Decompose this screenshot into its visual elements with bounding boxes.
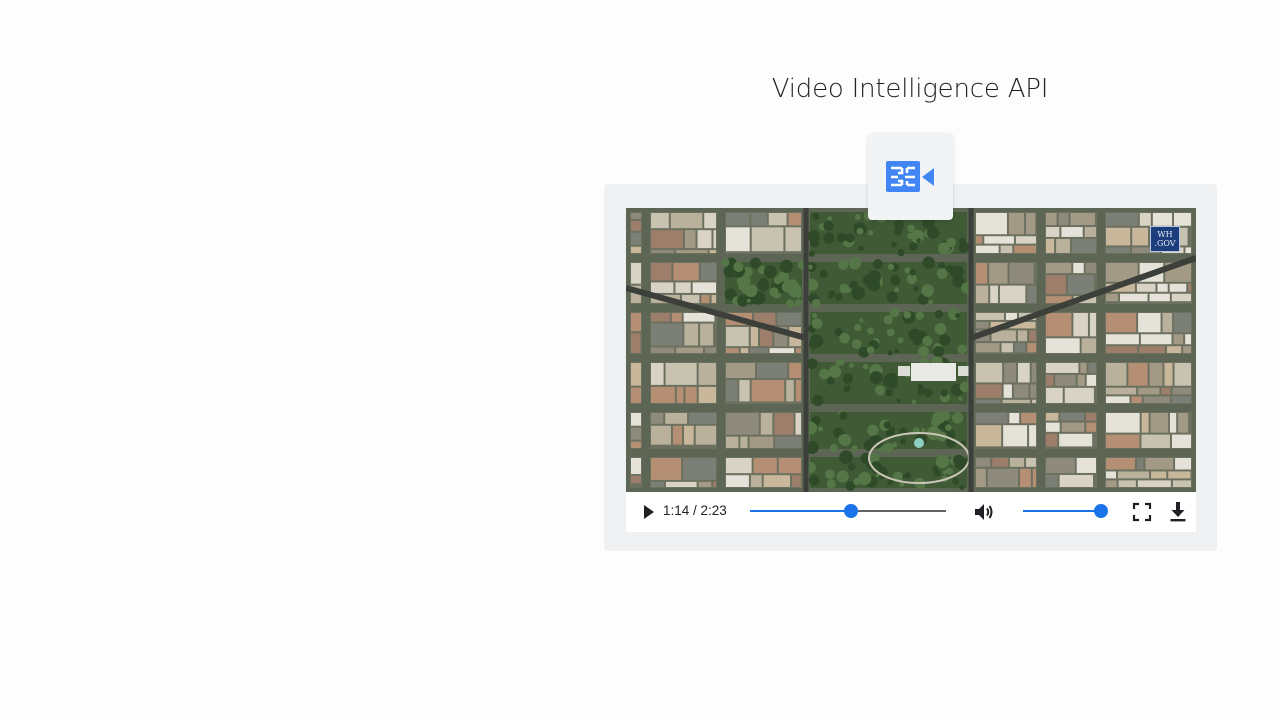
whitehouse-gov-watermark: WH .GOV: [1150, 226, 1180, 252]
fullscreen-button[interactable]: [1131, 501, 1153, 523]
download-icon: [1170, 502, 1186, 522]
video-player: WH .GOV 1:14 / 2:23: [626, 208, 1196, 532]
play-button[interactable]: [638, 502, 658, 522]
watermark-line1: WH: [1157, 230, 1173, 239]
seek-bar-progress: [750, 510, 851, 512]
time-display: 1:14 / 2:23: [663, 503, 727, 518]
volume-level: [1023, 510, 1101, 512]
volume-slider[interactable]: [1023, 504, 1108, 518]
volume-icon: [975, 504, 993, 520]
fullscreen-icon: [1132, 502, 1152, 522]
api-product-badge: [868, 133, 953, 220]
download-button[interactable]: [1167, 500, 1189, 524]
aerial-map-image: [626, 208, 1196, 492]
page-title: Video Intelligence API: [771, 74, 1049, 104]
video-intelligence-icon: [886, 161, 934, 192]
watermark-line2: .GOV: [1154, 239, 1176, 248]
player-controls: 1:14 / 2:23: [626, 492, 1196, 532]
volume-handle[interactable]: [1094, 504, 1108, 518]
seek-bar[interactable]: [750, 504, 946, 518]
play-icon: [644, 505, 654, 519]
seek-handle[interactable]: [844, 504, 858, 518]
volume-button[interactable]: [972, 500, 996, 524]
video-frame[interactable]: WH .GOV: [626, 208, 1196, 492]
